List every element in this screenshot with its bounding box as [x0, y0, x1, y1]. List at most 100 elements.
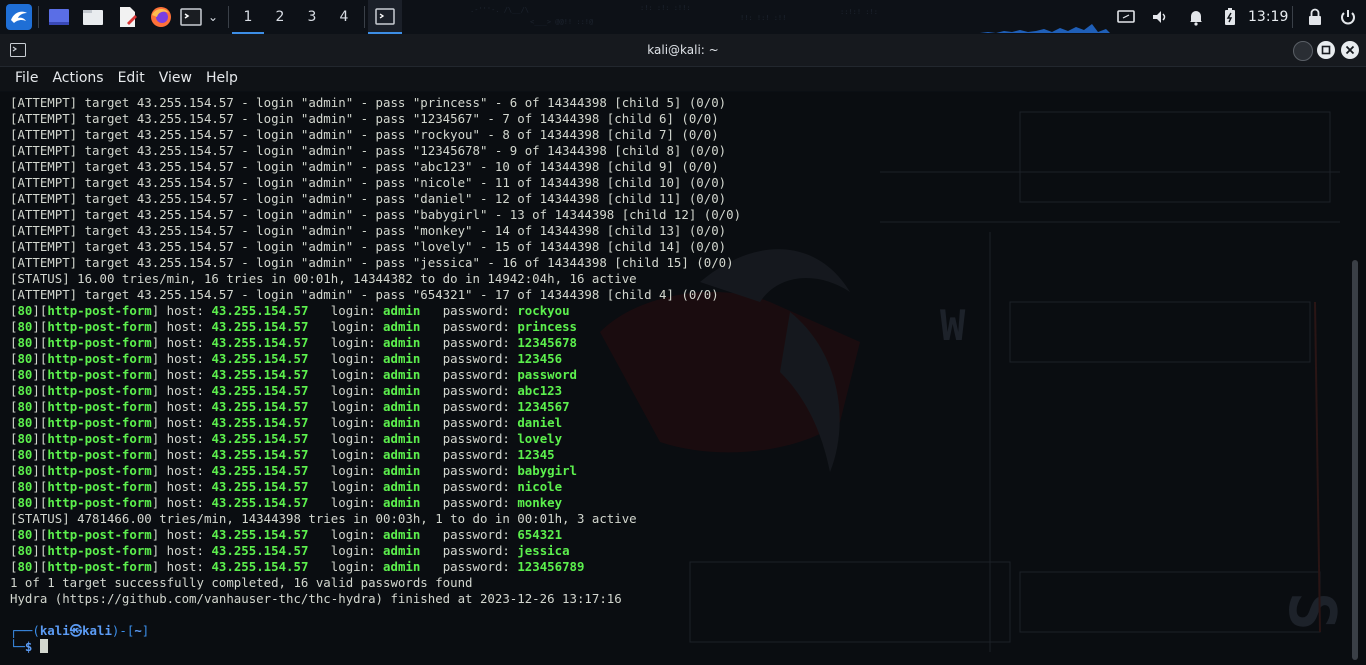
maximize-icon — [1321, 45, 1331, 55]
result-password: abc123 — [517, 383, 563, 398]
result-service: http-post-form — [47, 367, 152, 382]
result-password: daniel — [517, 415, 563, 430]
result-host-label: host: — [159, 319, 212, 334]
monitor-icon[interactable] — [1116, 7, 1136, 27]
attempt-line: [ATTEMPT] target 43.255.154.57 - login "… — [10, 111, 719, 126]
menu-edit[interactable]: Edit — [111, 67, 152, 89]
result-host: 43.255.154.57 — [211, 335, 309, 350]
prompt-user: kali — [39, 623, 70, 638]
result-host-label: host: — [159, 559, 212, 574]
scrollbar[interactable] — [1352, 260, 1358, 660]
terminal-icon[interactable] — [180, 5, 202, 29]
prompt-line: ┌──(kali㉿kali)-[~] — [10, 623, 1346, 639]
status-line: [STATUS] 16.00 tries/min, 16 tries in 00… — [10, 271, 637, 286]
result-password-label: password: — [420, 367, 518, 382]
hydra-result-line: [80][http-post-form] host: 43.255.154.57… — [10, 495, 563, 510]
maximize-button[interactable] — [1317, 41, 1335, 59]
result-login: admin — [383, 527, 421, 542]
svg-text:.-'''-. /\__/\: .-'''-. /\__/\ — [470, 6, 529, 14]
menu-bar: File Actions Edit View Help — [0, 67, 1366, 91]
workspace-3[interactable]: 3 — [296, 0, 328, 34]
clock[interactable]: 13:19 — [1248, 0, 1288, 34]
result-password: 654321 — [517, 527, 563, 542]
result-login: admin — [383, 431, 421, 446]
result-port: 80 — [17, 319, 33, 334]
result-password: lovely — [517, 431, 563, 446]
hydra-result-line: [80][http-post-form] host: 43.255.154.57… — [10, 415, 563, 430]
file-manager-icon[interactable] — [81, 5, 105, 29]
prompt-dir: ~ — [134, 623, 142, 638]
volume-icon[interactable] — [1150, 7, 1170, 27]
result-service: http-post-form — [47, 559, 152, 574]
workspace-2[interactable]: 2 — [264, 0, 296, 34]
prompt-corner: └─ — [10, 639, 25, 654]
menu-view[interactable]: View — [152, 67, 199, 89]
result-password-label: password: — [420, 319, 518, 334]
prompt-bracket: ┌──( — [10, 623, 40, 638]
result-host: 43.255.154.57 — [211, 543, 309, 558]
result-host-label: host: — [159, 367, 212, 382]
result-login: admin — [383, 319, 421, 334]
attempt-line: [ATTEMPT] target 43.255.154.57 - login "… — [10, 223, 727, 238]
terminal-output[interactable]: W S [ATTEMPT] target 43.255.154.57 - log… — [0, 92, 1366, 665]
result-host-label: host: — [159, 527, 212, 542]
status-line: [STATUS] 4781466.00 tries/min, 14344398 … — [10, 511, 637, 526]
result-host-label: host: — [159, 479, 212, 494]
menu-actions[interactable]: Actions — [45, 67, 110, 89]
firefox-icon[interactable] — [149, 5, 173, 29]
desktop-icon[interactable] — [47, 5, 71, 29]
power-icon[interactable] — [1338, 7, 1358, 27]
result-port: 80 — [17, 495, 33, 510]
result-service: http-post-form — [47, 479, 152, 494]
menu-file[interactable]: File — [8, 67, 45, 89]
result-service: http-post-form — [47, 431, 152, 446]
result-port: 80 — [17, 527, 33, 542]
result-password-label: password: — [420, 559, 518, 574]
chevron-down-icon[interactable]: ⌄ — [205, 5, 221, 29]
result-host: 43.255.154.57 — [211, 383, 309, 398]
result-login-label: login: — [308, 447, 384, 462]
result-login: admin — [383, 415, 421, 430]
hydra-result-line: [80][http-post-form] host: 43.255.154.57… — [10, 559, 585, 574]
menu-help[interactable]: Help — [199, 67, 245, 89]
prompt-input-line[interactable]: └─$ — [10, 639, 1346, 655]
lock-icon[interactable] — [1305, 7, 1325, 27]
result-password: princess — [517, 319, 578, 334]
minimize-button[interactable] — [1293, 41, 1313, 61]
result-password: password — [517, 367, 578, 382]
hydra-result-line: [80][http-post-form] host: 43.255.154.57… — [10, 367, 578, 382]
result-password-label: password: — [420, 527, 518, 542]
bell-icon[interactable] — [1186, 7, 1206, 27]
battery-icon[interactable] — [1220, 7, 1240, 27]
hydra-result-line: [80][http-post-form] host: 43.255.154.57… — [10, 479, 563, 494]
result-password: rockyou — [517, 303, 570, 318]
attempt-line: [ATTEMPT] target 43.255.154.57 - login "… — [10, 159, 719, 174]
result-port: 80 — [17, 479, 33, 494]
result-login: admin — [383, 367, 421, 382]
result-login-label: login: — [308, 463, 384, 478]
result-port: 80 — [17, 543, 33, 558]
hydra-result-line: [80][http-post-form] host: 43.255.154.57… — [10, 431, 563, 446]
result-password-label: password: — [420, 415, 518, 430]
result-service: http-post-form — [47, 399, 152, 414]
kali-menu-icon[interactable] — [6, 4, 32, 30]
result-service: http-post-form — [47, 463, 152, 478]
result-login-label: login: — [308, 399, 384, 414]
text-editor-icon[interactable] — [115, 5, 139, 29]
result-login: admin — [383, 543, 421, 558]
close-button[interactable] — [1341, 41, 1359, 59]
result-host: 43.255.154.57 — [211, 351, 309, 366]
result-login: admin — [383, 383, 421, 398]
workspace-4[interactable]: 4 — [328, 0, 360, 34]
result-port: 80 — [17, 399, 33, 414]
result-login-label: login: — [308, 415, 384, 430]
result-password: 123456789 — [517, 559, 585, 574]
result-password-label: password: — [420, 495, 518, 510]
title-bar[interactable]: kali@kali: ~ — [0, 34, 1366, 67]
result-login-label: login: — [308, 559, 384, 574]
result-password-label: password: — [420, 431, 518, 446]
result-service: http-post-form — [47, 335, 152, 350]
workspace-1[interactable]: 1 — [232, 0, 264, 34]
terminal-task-button[interactable] — [368, 0, 402, 34]
